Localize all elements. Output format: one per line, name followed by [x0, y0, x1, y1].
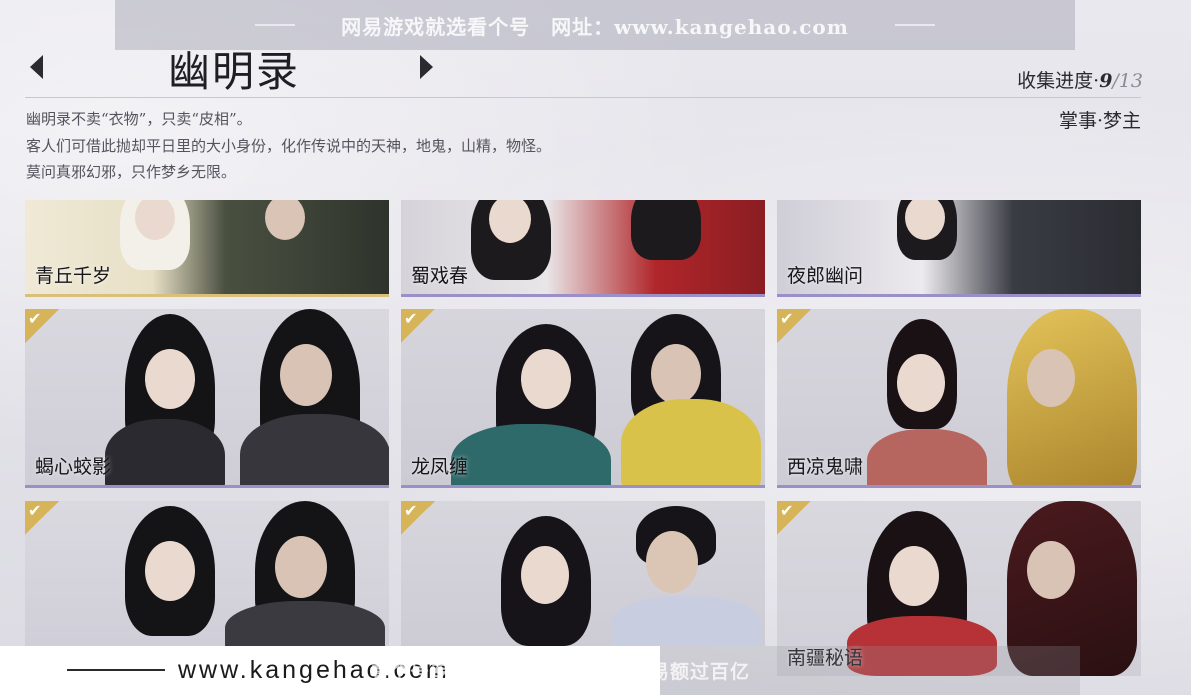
- character-art: [1007, 309, 1137, 485]
- character-art: [521, 546, 569, 604]
- character-art: [105, 419, 225, 485]
- checkmark-icon: ✔: [28, 309, 42, 328]
- character-art: [651, 344, 701, 404]
- watermark-decoration: [895, 24, 935, 26]
- character-art: [521, 349, 571, 409]
- collected-badge: ✔: [777, 309, 811, 343]
- collected-badge: ✔: [25, 309, 59, 343]
- collected-badge: ✔: [777, 501, 811, 535]
- character-art: [646, 531, 698, 593]
- header-divider: [25, 97, 1141, 98]
- watermark-text: 网易游戏就选看个号 网址：www.kangehao.com: [341, 14, 849, 39]
- character-art: [240, 414, 389, 485]
- description-line: 客人们可借此抛却平日里的大小身份，化作传说中的天神，地鬼，山精，物怪。: [26, 136, 552, 155]
- character-art: [451, 424, 611, 485]
- outfit-name: 西凉鬼啸: [787, 456, 864, 478]
- checkmark-icon: ✔: [780, 501, 794, 520]
- character-art: [897, 354, 945, 412]
- character-art: [867, 429, 987, 485]
- character-art: [145, 349, 195, 409]
- progress-total: /13: [1112, 70, 1143, 92]
- progress-label: 收集进度·: [1017, 70, 1100, 92]
- outfit-name: 青丘千岁: [35, 265, 112, 287]
- character-art: [1027, 541, 1075, 599]
- outfit-card[interactable]: 夜郎幽问: [777, 200, 1141, 297]
- description: 幽明录不卖“衣物”，只卖“皮相”。 客人们可借此抛却平日里的大小身份，化作传说中…: [26, 106, 551, 186]
- checkmark-icon: ✔: [780, 309, 794, 328]
- character-art: [275, 536, 327, 598]
- outfit-name: 夜郎幽问: [787, 265, 864, 287]
- description-line: 莫问真邪幻邪，只作梦乡无限。: [26, 163, 237, 181]
- progress-current: 9: [1099, 70, 1113, 92]
- description-line: 幽明录不卖“衣物”，只卖“皮相”。: [26, 110, 252, 128]
- collection-progress: 收集进度·9/13: [1017, 66, 1143, 93]
- manager-label: 掌事·梦主: [1058, 110, 1141, 132]
- outfit-name: 蜀戏春: [411, 265, 469, 287]
- character-art: [145, 541, 195, 601]
- chevron-right-icon[interactable]: [420, 55, 433, 79]
- outfit-name: 龙凤缠: [411, 456, 469, 478]
- footer-rule: [67, 669, 165, 671]
- character-art: [611, 596, 761, 646]
- page-title: 幽明录: [168, 47, 301, 96]
- character-art: [1027, 349, 1075, 407]
- character-art: [889, 546, 939, 606]
- watermark-decoration: [255, 24, 295, 26]
- collected-badge: ✔: [401, 309, 435, 343]
- character-art: [631, 200, 701, 260]
- checkmark-icon: ✔: [404, 309, 418, 328]
- footer-watermark: 看个号专业网易游戏八年 年交易额过百亿: [370, 661, 751, 683]
- outfit-name: 蝎心蛟影: [35, 456, 112, 478]
- character-art: [225, 601, 385, 646]
- outfit-card[interactable]: ✔ 龙凤缠: [401, 309, 765, 488]
- chevron-left-icon[interactable]: [30, 55, 43, 79]
- outfit-card[interactable]: ✔ 蝎心蛟影: [25, 309, 389, 488]
- checkmark-icon: ✔: [404, 501, 418, 520]
- outfit-card[interactable]: 蜀戏春: [401, 200, 765, 297]
- collected-badge: ✔: [25, 501, 59, 535]
- collected-badge: ✔: [401, 501, 435, 535]
- character-art: [621, 399, 761, 485]
- outfit-card[interactable]: 青丘千岁: [25, 200, 389, 297]
- character-art: [280, 344, 332, 406]
- outfit-card[interactable]: ✔: [25, 501, 389, 646]
- character-art: [265, 200, 305, 240]
- outfit-card[interactable]: ✔ 西凉鬼啸: [777, 309, 1141, 488]
- checkmark-icon: ✔: [28, 501, 42, 520]
- outfit-card[interactable]: ✔: [401, 501, 765, 646]
